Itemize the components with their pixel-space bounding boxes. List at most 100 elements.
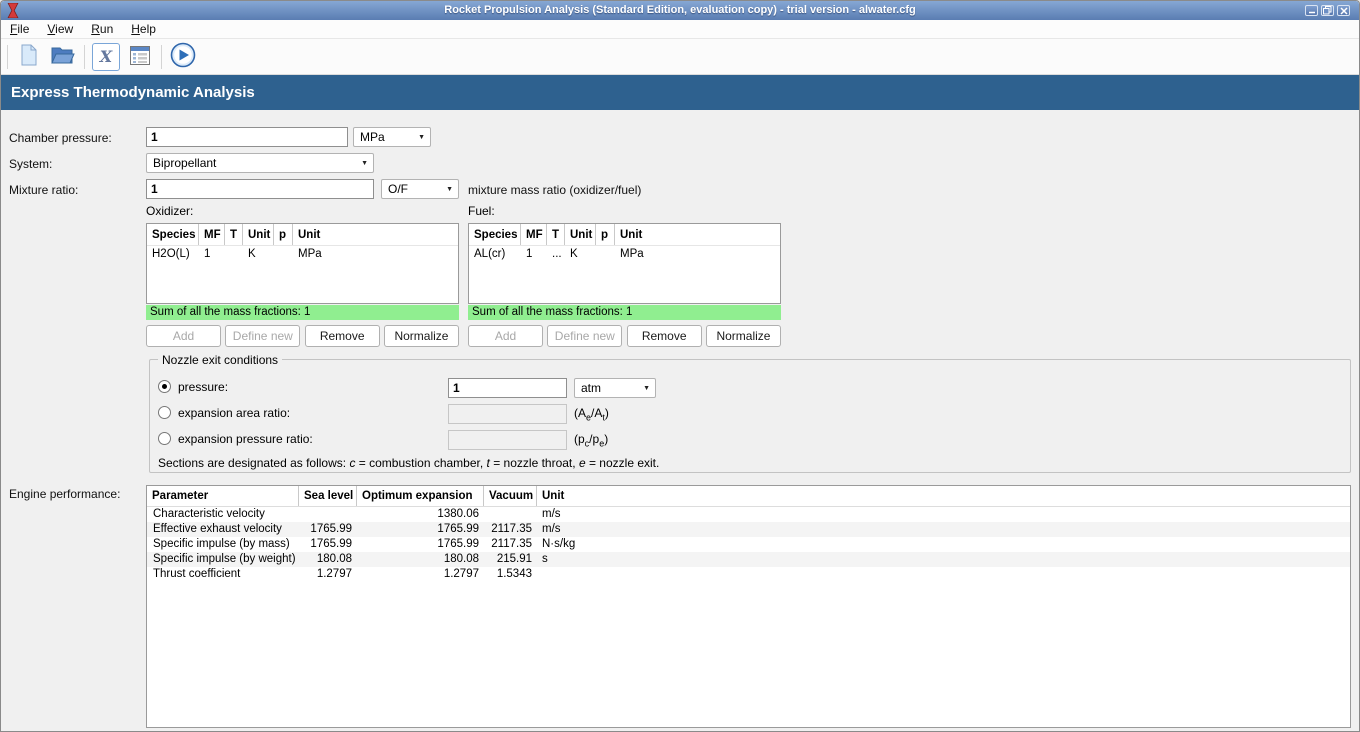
column-header-vacuum: Vacuum xyxy=(484,486,537,506)
mixture-ratio-input[interactable] xyxy=(146,179,374,199)
mixture-ratio-note: mixture mass ratio (oxidizer/fuel) xyxy=(468,183,641,197)
oxidizer-define-new-button[interactable]: Define new xyxy=(225,325,300,347)
run-button[interactable] xyxy=(169,43,197,71)
species-list-button[interactable] xyxy=(126,43,154,71)
nozzle-expansion-pressure-ratio-input[interactable] xyxy=(448,430,567,450)
nozzle-pressure-unit-select[interactable]: atm ▼ xyxy=(574,378,656,398)
minimize-button[interactable] xyxy=(1305,5,1318,16)
oxidizer-add-button[interactable]: Add xyxy=(146,325,221,347)
species-table-header: SpeciesMFTUnitpUnit xyxy=(469,224,780,246)
open-file-button[interactable] xyxy=(49,43,77,71)
fuel-label: Fuel: xyxy=(468,204,781,218)
open-folder-icon xyxy=(51,45,75,68)
column-header-unit: Unit xyxy=(293,224,458,245)
chevron-down-icon: ▼ xyxy=(418,129,425,146)
nozzle-expansion-pressure-ratio-radio[interactable] xyxy=(158,432,171,445)
new-file-icon xyxy=(19,44,39,69)
cell: 1.5343 xyxy=(484,567,537,582)
page-header: Express Thermodynamic Analysis xyxy=(1,75,1359,110)
oxidizer-label: Oxidizer: xyxy=(146,204,459,218)
column-header-unit: Unit xyxy=(565,224,596,245)
fuel-add-button[interactable]: Add xyxy=(468,325,543,347)
page-title: Express Thermodynamic Analysis xyxy=(11,84,255,101)
nozzle-expansion-area-ratio-label[interactable]: expansion area ratio: xyxy=(178,406,290,420)
cell: 215.91 xyxy=(484,552,537,567)
new-file-button[interactable] xyxy=(15,43,43,71)
nozzle-exit-conditions-group: Nozzle exit conditions Sections are desi… xyxy=(149,359,1351,473)
menu-file[interactable]: File xyxy=(1,21,38,37)
sections-note: Sections are designated as follows: c = … xyxy=(158,456,659,470)
selected-value: O/F xyxy=(388,182,408,196)
column-header-species: Species xyxy=(469,224,521,245)
cell: K xyxy=(565,246,596,262)
cell: Specific impulse (by mass) xyxy=(147,537,299,552)
table-row: Characteristic velocity1380.06m/s xyxy=(147,507,1350,522)
express-analysis-button[interactable]: X xyxy=(92,43,120,71)
window-controls xyxy=(1305,5,1350,16)
table-row: Specific impulse (by weight)180.08180.08… xyxy=(147,552,1350,567)
cell: 1380.06 xyxy=(357,507,484,522)
chamber-pressure-input[interactable] xyxy=(146,127,348,147)
cell: N·s/kg xyxy=(537,537,1350,552)
titlebar[interactable]: Rocket Propulsion Analysis (Standard Edi… xyxy=(1,1,1359,20)
cell: 1.2797 xyxy=(357,567,484,582)
selected-value: Bipropellant xyxy=(153,156,216,170)
cell: 1765.99 xyxy=(357,522,484,537)
nozzle-expansion-pressure-ratio-label[interactable]: expansion pressure ratio: xyxy=(178,432,313,446)
fuel-remove-button[interactable]: Remove xyxy=(627,325,702,347)
column-header-unit: Unit xyxy=(243,224,274,245)
species-row[interactable]: H2O(L)1KMPa xyxy=(147,246,458,262)
cell: s xyxy=(537,552,1350,567)
fuel-mass-fraction-sum: Sum of all the mass fractions: 1 xyxy=(468,305,781,320)
nozzle-expansion-area-ratio-input[interactable] xyxy=(448,404,567,424)
oxidizer-mass-fraction-sum: Sum of all the mass fractions: 1 xyxy=(146,305,459,320)
oxidizer-remove-button[interactable]: Remove xyxy=(305,325,380,347)
column-header-t: T xyxy=(225,224,243,245)
menu-view[interactable]: View xyxy=(38,21,82,37)
nozzle-legend: Nozzle exit conditions xyxy=(158,353,282,367)
cell xyxy=(299,507,357,522)
fuel-normalize-button[interactable]: Normalize xyxy=(706,325,781,347)
table-row: Thrust coefficient1.27971.27971.5343 xyxy=(147,567,1350,582)
mixture-ratio-unit-select[interactable]: O/F ▼ xyxy=(381,179,459,199)
nozzle-pressure-input[interactable] xyxy=(448,378,567,398)
column-header-unit: Unit xyxy=(537,486,1350,506)
system-label: System: xyxy=(9,157,52,171)
close-button[interactable] xyxy=(1337,5,1350,16)
menu-help[interactable]: Help xyxy=(122,21,165,37)
engine-performance-label: Engine performance: xyxy=(9,487,120,501)
app-window: Rocket Propulsion Analysis (Standard Edi… xyxy=(0,0,1360,732)
cell: 180.08 xyxy=(299,552,357,567)
column-header-sea-level: Sea level xyxy=(299,486,357,506)
table-row: Specific impulse (by mass)1765.991765.99… xyxy=(147,537,1350,552)
toolbar-separator xyxy=(161,45,162,69)
table-row: Effective exhaust velocity1765.991765.99… xyxy=(147,522,1350,537)
nozzle-expansion-pressure-ratio-suffix: (pc/pe) xyxy=(574,432,608,450)
cell: ... xyxy=(547,246,565,262)
menu-run[interactable]: Run xyxy=(82,21,122,37)
cell: MPa xyxy=(615,246,780,262)
cell: 1 xyxy=(521,246,547,262)
cell: 1 xyxy=(199,246,225,262)
chamber-pressure-unit-select[interactable]: MPa ▼ xyxy=(353,127,431,147)
cell: H2O(L) xyxy=(147,246,199,262)
oxidizer-normalize-button[interactable]: Normalize xyxy=(384,325,459,347)
restore-button[interactable] xyxy=(1321,5,1334,16)
system-select[interactable]: Bipropellant ▼ xyxy=(146,153,374,173)
toolbar-separator xyxy=(7,45,8,69)
selected-value: MPa xyxy=(360,130,385,144)
cell: 180.08 xyxy=(357,552,484,567)
cell: 2117.35 xyxy=(484,537,537,552)
window-title: Rocket Propulsion Analysis (Standard Edi… xyxy=(1,1,1359,20)
species-row[interactable]: AL(cr)1...KMPa xyxy=(469,246,780,262)
chevron-down-icon: ▼ xyxy=(446,181,453,198)
nozzle-expansion-area-ratio-radio[interactable] xyxy=(158,406,171,419)
cell: 1765.99 xyxy=(357,537,484,552)
nozzle-pressure-radio[interactable] xyxy=(158,380,171,393)
cell xyxy=(484,507,537,522)
fuel-species-table: SpeciesMFTUnitpUnitAL(cr)1...KMPa xyxy=(468,223,781,304)
nozzle-pressure-label[interactable]: pressure: xyxy=(178,380,228,394)
fuel-define-new-button[interactable]: Define new xyxy=(547,325,622,347)
chevron-down-icon: ▼ xyxy=(643,380,650,397)
selected-value: atm xyxy=(581,381,601,395)
